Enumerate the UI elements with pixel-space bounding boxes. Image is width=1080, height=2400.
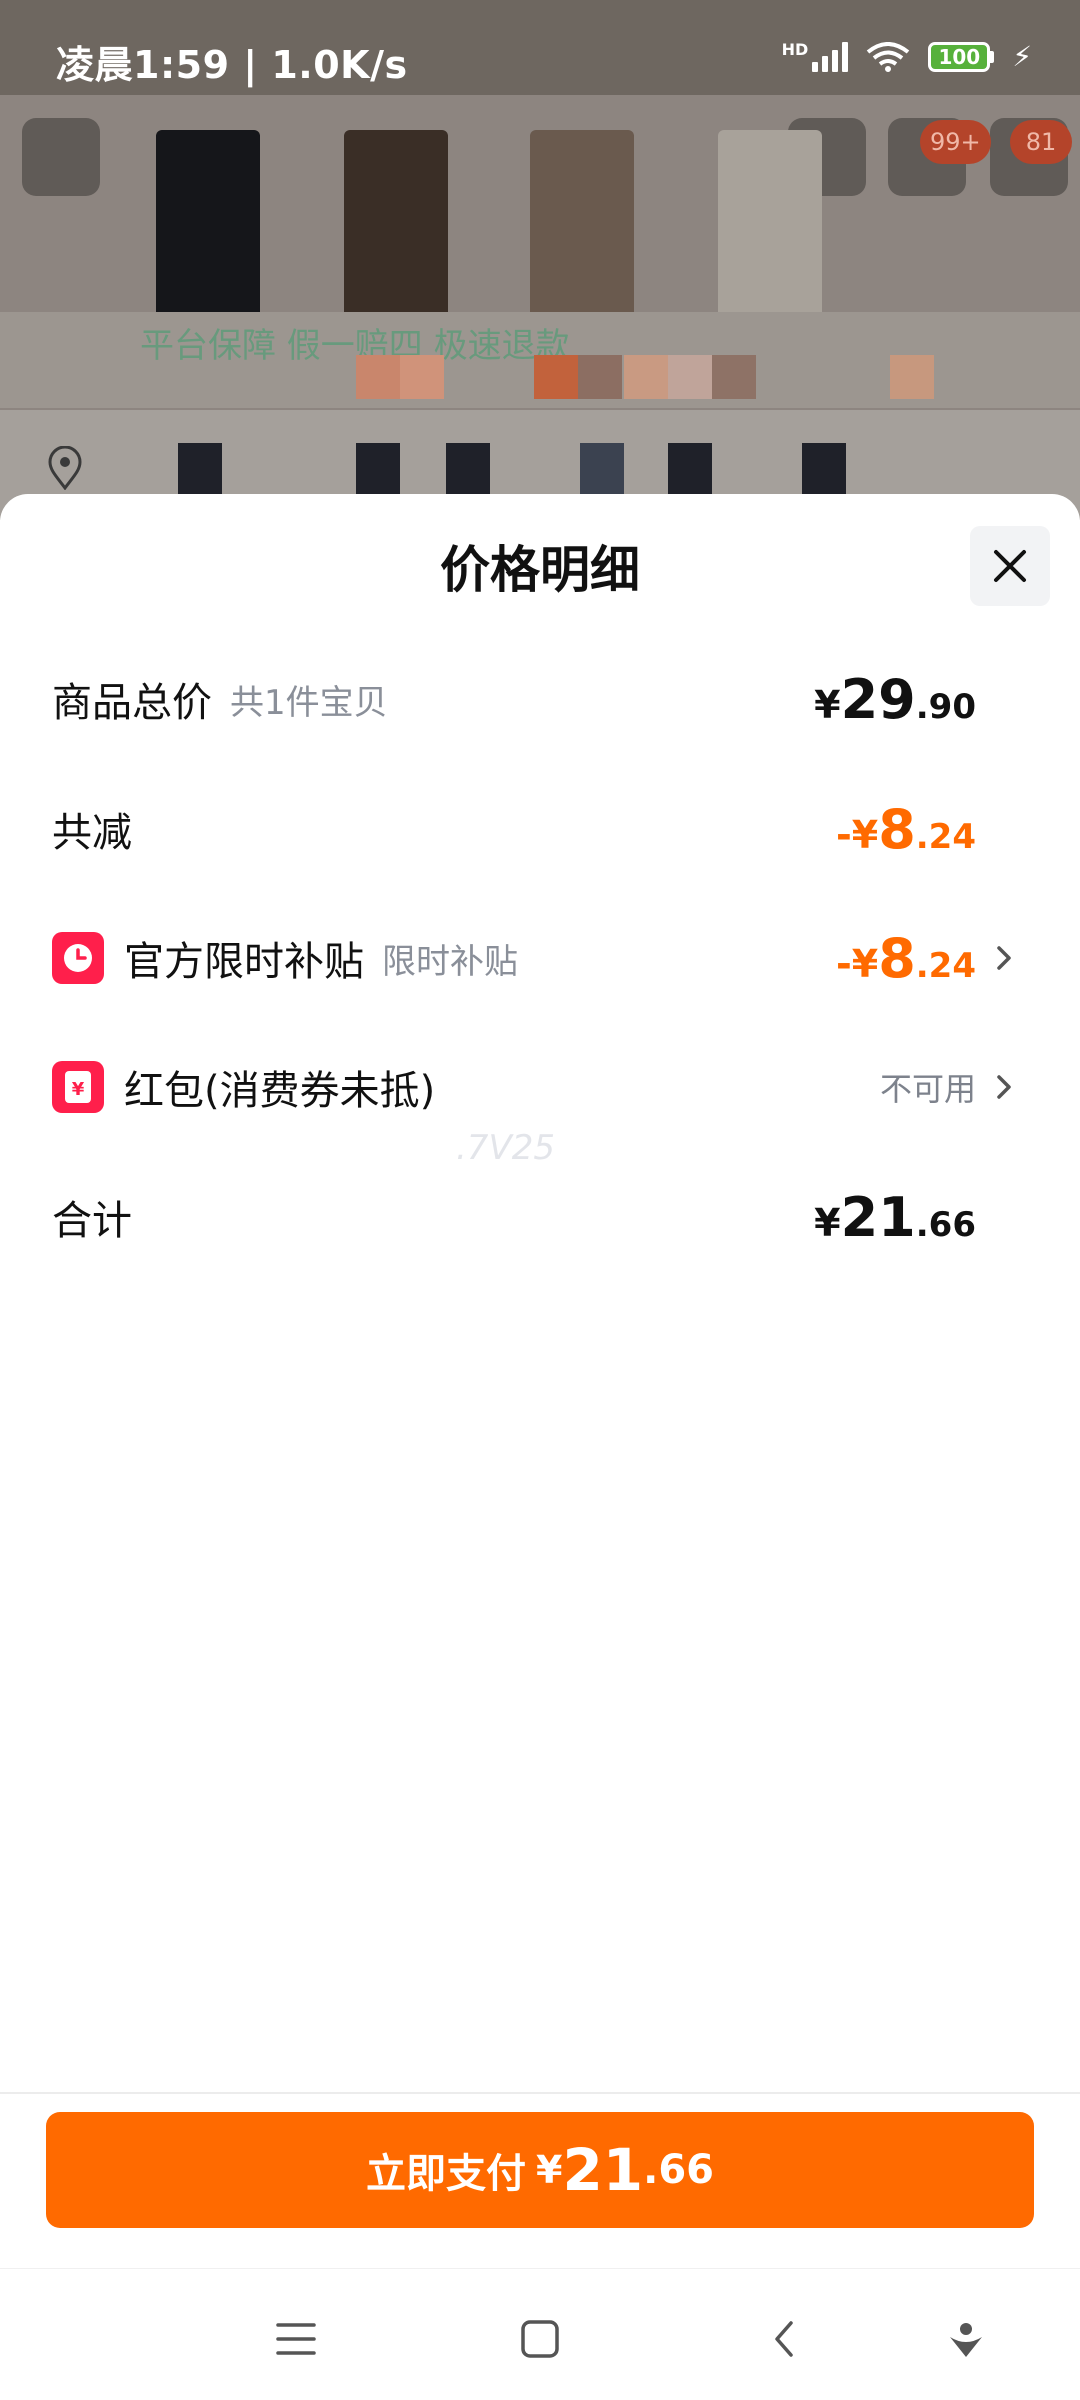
product-sock: [718, 130, 822, 330]
pay-price-dec: .66: [643, 2147, 715, 2193]
row-label: 合计: [52, 1198, 132, 1244]
product-sock: [530, 130, 634, 330]
price-int: 21: [840, 1185, 916, 1249]
close-button[interactable]: [970, 526, 1050, 606]
price-dec: .24: [915, 945, 976, 986]
row-label: 红包(消费券未抵): [124, 1068, 436, 1114]
row-official-subsidy[interactable]: 官方限时补贴 限时补贴 -¥ 8 .24: [52, 918, 1018, 998]
color-swatch: [400, 355, 444, 399]
red-packet-icon: ¥: [52, 1061, 104, 1113]
goods-total-price: ¥ 29 .90: [814, 668, 976, 731]
price-dec: .90: [915, 686, 976, 727]
row-label: 商品总价: [52, 680, 212, 726]
nav-back-button[interactable]: [754, 2309, 814, 2369]
color-swatch: [712, 355, 756, 399]
row-red-packet[interactable]: ¥ 红包(消费券未抵) 不可用: [52, 1047, 1018, 1127]
battery-level: 100: [928, 41, 991, 72]
price-symbol: -¥: [835, 812, 879, 857]
row-total-discount: 共减 -¥ 8 .24: [52, 789, 1018, 869]
row-goods-total: 商品总价 共1件宝贝 ¥ 29 .90: [52, 659, 1018, 739]
clock-icon: [52, 932, 104, 984]
price-int: 8: [878, 926, 916, 990]
hd-label: HD: [781, 40, 809, 59]
pay-price-int: 21: [562, 2136, 644, 2204]
total-discount-price: -¥ 8 .24: [836, 798, 976, 861]
price-symbol: ¥: [814, 682, 841, 727]
home-icon: [521, 2320, 559, 2358]
nav-assistant-button[interactable]: [936, 2309, 996, 2369]
row-sub: 限时补贴: [382, 941, 518, 982]
row-sub: 共1件宝贝: [230, 682, 388, 723]
color-swatch: [890, 355, 934, 399]
color-swatch: [624, 355, 668, 399]
pay-price-symbol: ¥: [535, 2148, 563, 2192]
price-int: 29: [840, 667, 916, 731]
chevron-right-icon: [997, 1075, 1011, 1099]
message-badge: 81: [1010, 120, 1072, 164]
color-swatch: [534, 355, 578, 399]
charging-icon: ⚡: [1012, 40, 1032, 73]
battery-icon: 100: [928, 41, 995, 72]
status-icons: HD 100 ⚡: [782, 40, 1032, 73]
price-symbol: ¥: [814, 1200, 841, 1245]
color-swatch: [578, 355, 622, 399]
status-bar: 凌晨1:59 | 1.0K/s HD 100 ⚡: [0, 0, 1080, 95]
red-packet-status: 不可用: [879, 1070, 976, 1108]
back-icon: [775, 2321, 793, 2357]
location-icon: [48, 446, 82, 490]
cart-badge: 99+: [920, 120, 991, 164]
pay-now-button[interactable]: 立即支付 ¥ 21 .66: [46, 2112, 1034, 2228]
row-label: 官方限时补贴: [124, 939, 364, 985]
price-dec: .24: [915, 816, 976, 857]
price-dec: .66: [915, 1204, 976, 1245]
guarantee-text: 平台保障 假一赔四 极速退款: [140, 326, 570, 366]
background-product-page: 凌晨1:59 | 1.0K/s HD 100 ⚡ 99+ 81 平台保障 假一赔…: [0, 0, 1080, 520]
sum-total-price: ¥ 21 .66: [814, 1186, 976, 1249]
price-int: 8: [878, 797, 916, 861]
menu-icon: [276, 2323, 316, 2355]
assistant-icon: [950, 2323, 982, 2357]
row-sum-total: 合计 ¥ 21 .66: [52, 1177, 1018, 1257]
product-sock: [156, 130, 260, 330]
color-swatch: [356, 355, 400, 399]
product-sock: [344, 130, 448, 330]
system-nav-bar: [0, 2268, 1080, 2400]
svg-text:¥: ¥: [72, 1079, 85, 1100]
signal-icon: [812, 41, 849, 72]
close-icon: [994, 550, 1026, 582]
sheet-title: 价格明细: [440, 541, 640, 599]
nav-menu-button[interactable]: [266, 2309, 326, 2369]
row-label: 共减: [52, 810, 132, 856]
nav-home-button[interactable]: [510, 2309, 570, 2369]
watermark: .7V25: [456, 1128, 555, 1168]
chevron-right-icon: [997, 946, 1011, 970]
back-button-bg: [22, 118, 100, 196]
subsidy-price: -¥ 8 .24: [836, 927, 976, 990]
price-symbol: -¥: [835, 941, 879, 986]
status-time: 凌晨1:59 | 1.0K/s: [56, 43, 408, 87]
pay-label: 立即支付: [365, 2151, 526, 2197]
color-swatch: [668, 355, 712, 399]
wifi-icon: [867, 41, 910, 72]
